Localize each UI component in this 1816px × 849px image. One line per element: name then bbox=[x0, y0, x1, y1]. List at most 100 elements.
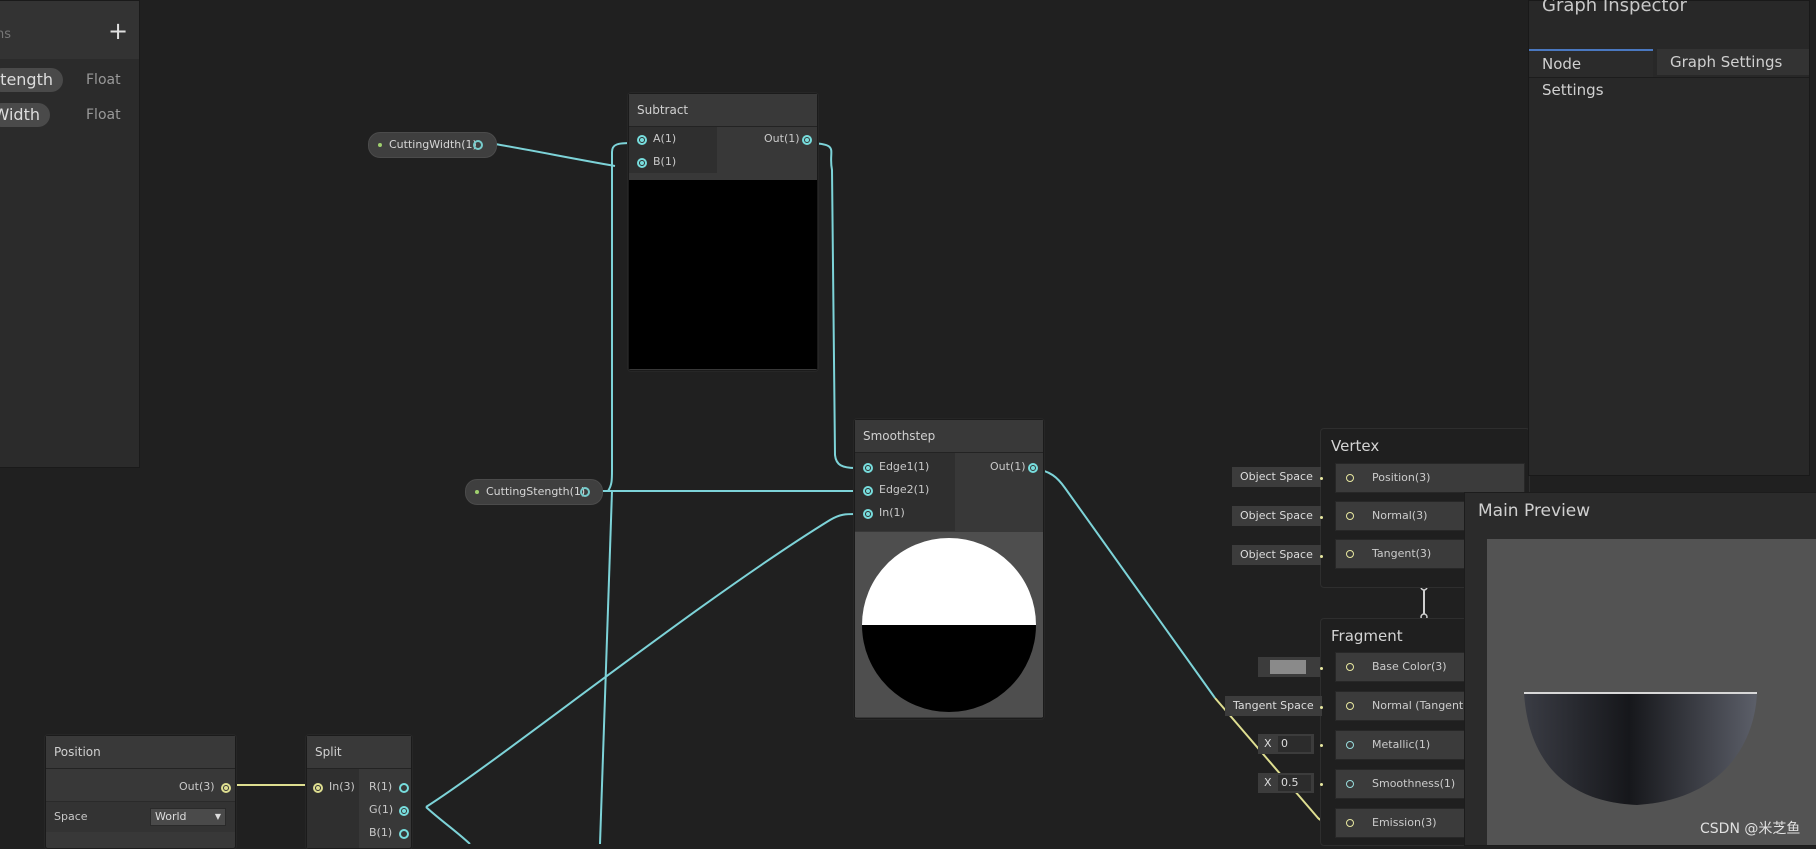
main-preview-panel: Main Preview bbox=[1464, 492, 1816, 846]
block-port[interactable] bbox=[1346, 474, 1354, 482]
block-label: Tangent(3) bbox=[1372, 547, 1432, 560]
fragment-title: Fragment bbox=[1331, 627, 1403, 645]
property-pill-stength[interactable]: Stength bbox=[0, 68, 63, 92]
axis-label: X bbox=[1264, 737, 1272, 750]
split-node[interactable]: Split In(3) R(1) G(1) B(1) bbox=[306, 735, 412, 849]
wire-to-emission bbox=[1214, 697, 1335, 823]
property-type-width: Float bbox=[86, 107, 121, 123]
tag-connector-dot bbox=[1320, 783, 1323, 786]
block-label: Smoothness(1) bbox=[1372, 777, 1456, 790]
block-smoothness[interactable]: Smoothness(1) bbox=[1335, 769, 1473, 799]
normal-space-tag[interactable]: Tangent Space bbox=[1225, 696, 1322, 716]
input-port[interactable] bbox=[637, 135, 647, 145]
tag-connector-dot bbox=[1320, 706, 1323, 709]
output-port[interactable] bbox=[580, 487, 590, 497]
output-port[interactable] bbox=[399, 829, 409, 839]
blackboard-subtitle: ns bbox=[0, 27, 12, 42]
block-normal-tangent[interactable]: Normal (Tangent Spac bbox=[1335, 691, 1473, 721]
port-label: In(1) bbox=[879, 506, 905, 519]
smoothstep-node[interactable]: Smoothstep Edge1(1) Edge2(1) In(1) Out(1… bbox=[854, 419, 1044, 719]
input-port[interactable] bbox=[313, 783, 323, 793]
input-port[interactable] bbox=[863, 509, 873, 519]
output-row-g[interactable]: G(1) bbox=[369, 802, 409, 818]
subtract-node[interactable]: Subtract A(1) B(1) Out(1) bbox=[628, 93, 818, 371]
input-port[interactable] bbox=[863, 463, 873, 473]
cuttingstength-property-node[interactable]: CuttingStength(1) bbox=[465, 479, 603, 505]
output-port[interactable] bbox=[473, 140, 483, 150]
input-port[interactable] bbox=[863, 486, 873, 496]
block-label: Normal(3) bbox=[1372, 509, 1428, 522]
position-space-tag[interactable]: Object Space bbox=[1232, 467, 1321, 487]
tab-graph-settings[interactable]: Graph Settings bbox=[1657, 49, 1809, 75]
block-position[interactable]: Position(3) bbox=[1335, 463, 1525, 493]
chip-label: CuttingStength(1) bbox=[486, 485, 586, 498]
block-port[interactable] bbox=[1346, 780, 1354, 788]
output-port[interactable] bbox=[802, 135, 812, 145]
wire-subtract-out-to-edge1 bbox=[812, 142, 857, 469]
node-title[interactable]: Position bbox=[46, 736, 235, 769]
node-title[interactable]: Split bbox=[307, 736, 411, 769]
node-controls: Space World ▼ bbox=[46, 801, 235, 832]
wire-smoothstep-out bbox=[1032, 468, 1216, 699]
block-port[interactable] bbox=[1346, 550, 1354, 558]
tab-divider bbox=[1529, 77, 1809, 78]
block-port[interactable] bbox=[1346, 702, 1354, 710]
graph-inspector-panel: Graph Inspector Node Settings Graph Sett… bbox=[1528, 0, 1810, 476]
block-emission[interactable]: Emission(3) bbox=[1335, 808, 1473, 838]
tab-node-settings[interactable]: Node Settings bbox=[1529, 49, 1653, 99]
wire-cuttingwidth-to-b bbox=[494, 143, 616, 167]
block-label: Emission(3) bbox=[1372, 816, 1437, 829]
port-label: Edge2(1) bbox=[879, 483, 930, 496]
output-row[interactable]: Out(3) bbox=[179, 779, 233, 795]
position-node[interactable]: Position Out(3) Space World ▼ bbox=[45, 735, 236, 849]
main-preview-viewport[interactable] bbox=[1487, 539, 1816, 845]
node-title[interactable]: Subtract bbox=[629, 94, 817, 127]
port-label: Out(1) bbox=[990, 460, 1026, 473]
base-color-field[interactable] bbox=[1258, 657, 1320, 677]
property-pill-width[interactable]: Width bbox=[0, 103, 50, 127]
tangent-space-tag[interactable]: Object Space bbox=[1232, 545, 1321, 565]
block-port[interactable] bbox=[1346, 663, 1354, 671]
metallic-input[interactable]: 0 bbox=[1278, 736, 1311, 752]
output-row-b[interactable]: B(1) bbox=[369, 825, 409, 841]
node-preview bbox=[629, 180, 817, 369]
output-row-r[interactable]: R(1) bbox=[369, 779, 409, 795]
space-dropdown[interactable]: World ▼ bbox=[150, 808, 226, 826]
color-swatch[interactable] bbox=[1270, 660, 1306, 674]
port-label: B(1) bbox=[653, 155, 677, 168]
smoothness-field[interactable]: X 0.5 bbox=[1258, 773, 1314, 793]
property-dot-icon bbox=[475, 490, 479, 494]
blackboard-panel: ns + Stength Float Width Float bbox=[0, 0, 140, 468]
block-port[interactable] bbox=[1346, 819, 1354, 827]
normal-space-tag[interactable]: Object Space bbox=[1232, 506, 1321, 526]
smoothness-input[interactable]: 0.5 bbox=[1278, 775, 1311, 791]
main-preview-title: Main Preview bbox=[1478, 501, 1591, 521]
block-metallic[interactable]: Metallic(1) bbox=[1335, 730, 1473, 760]
output-port[interactable] bbox=[221, 783, 231, 793]
node-inputs: In(3) bbox=[307, 769, 359, 848]
output-port[interactable] bbox=[1028, 463, 1038, 473]
port-label: In(3) bbox=[329, 780, 355, 793]
input-port[interactable] bbox=[637, 158, 647, 168]
block-label: Base Color(3) bbox=[1372, 660, 1447, 673]
output-port[interactable] bbox=[399, 806, 409, 816]
output-port[interactable] bbox=[399, 783, 409, 793]
output-row[interactable]: Out(1) bbox=[990, 459, 1040, 475]
block-base-color[interactable]: Base Color(3) bbox=[1335, 652, 1473, 682]
metallic-field[interactable]: X 0 bbox=[1258, 734, 1314, 754]
property-dot-icon bbox=[378, 143, 382, 147]
add-property-icon[interactable]: + bbox=[108, 19, 128, 43]
cuttingwidth-property-node[interactable]: CuttingWidth(1) bbox=[368, 132, 497, 158]
watermark-text: CSDN @米芝鱼 bbox=[1700, 821, 1801, 837]
fragment-context[interactable]: Fragment Base Color(3) Normal (Tangent S… bbox=[1320, 618, 1473, 846]
block-port[interactable] bbox=[1346, 741, 1354, 749]
dropdown-value: World bbox=[155, 810, 187, 823]
tag-connector-dot bbox=[1320, 555, 1323, 558]
block-port[interactable] bbox=[1346, 512, 1354, 520]
output-row[interactable]: Out(1) bbox=[764, 131, 814, 147]
block-label: Metallic(1) bbox=[1372, 738, 1431, 751]
node-title[interactable]: Smoothstep bbox=[855, 420, 1043, 453]
tag-connector-dot bbox=[1320, 516, 1323, 519]
property-type-stength: Float bbox=[86, 72, 121, 88]
node-inputs: A(1) B(1) bbox=[629, 127, 717, 173]
